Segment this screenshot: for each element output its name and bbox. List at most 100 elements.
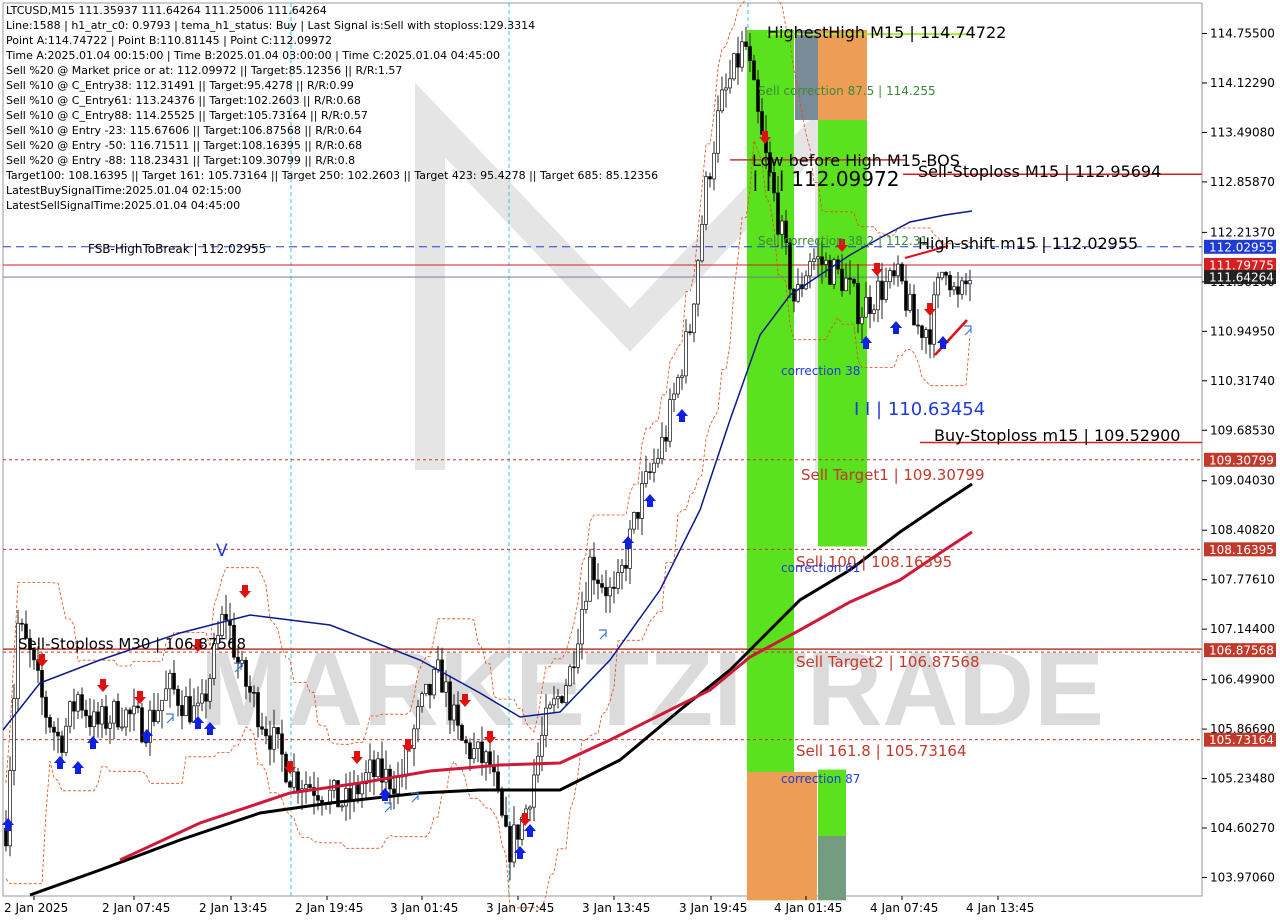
candle-body xyxy=(656,458,660,464)
price-badge-label: 105.73164 xyxy=(1209,733,1274,747)
candle-body xyxy=(100,706,104,725)
candle-body xyxy=(296,771,300,791)
candle-body xyxy=(744,41,748,47)
candle-body xyxy=(860,316,864,325)
candle-body xyxy=(56,731,60,737)
candle-body xyxy=(708,176,712,180)
info-line: LatestSellSignalTime:2025.01.04 04:45:00 xyxy=(6,199,240,212)
candle-body xyxy=(508,826,512,863)
candle-body xyxy=(916,324,920,327)
x-tick-label: 3 Jan 13:45 xyxy=(582,901,650,915)
candle-body xyxy=(244,659,248,687)
candle-body xyxy=(612,586,616,589)
candle-body xyxy=(736,53,740,68)
candle-body xyxy=(516,824,520,840)
x-tick-label: 2 Jan 13:45 xyxy=(199,901,267,915)
candle-body xyxy=(80,694,84,711)
candle-body xyxy=(104,706,108,729)
candle-body xyxy=(676,377,680,395)
candle-body xyxy=(140,707,144,743)
info-line: Sell %10 @ C_Entry61: 113.24376 || Targe… xyxy=(6,94,361,107)
candle-body xyxy=(432,669,436,696)
candle-body xyxy=(900,263,904,282)
price-chart[interactable]: MARKETZITRADEHighestHigh M15 | 114.74722… xyxy=(0,0,1280,920)
candle-body xyxy=(164,688,168,701)
zone-orange-top xyxy=(818,29,867,120)
candle-body xyxy=(740,41,744,68)
candle-body xyxy=(436,659,440,670)
price-badges: 112.02955111.79775111.64264109.30799108.… xyxy=(1204,239,1276,747)
candle-body xyxy=(368,759,372,774)
candle-body xyxy=(528,806,532,810)
candle-body xyxy=(444,681,448,693)
candle-body xyxy=(608,586,612,597)
candle-body xyxy=(48,717,52,728)
candle-body xyxy=(220,613,224,636)
y-tick-label: 113.49080 xyxy=(1210,125,1275,139)
candle-body xyxy=(796,284,800,302)
candle-body xyxy=(156,710,160,722)
x-tick-label: 3 Jan 19:45 xyxy=(679,901,747,915)
candle-body xyxy=(420,693,424,707)
info-line: LatestBuySignalTime:2025.01.04 02:15:00 xyxy=(6,184,241,197)
sell-stoploss-m30-label: Sell-Stoploss M30 | 106.87568 xyxy=(18,635,246,653)
candle-body xyxy=(652,462,656,473)
candle-body xyxy=(700,223,704,262)
candle-body xyxy=(316,795,320,801)
x-axis: 2 Jan 2025 2 Jan 07:45 2 Jan 13:45 2 Jan 19… xyxy=(4,896,1034,915)
candle-body xyxy=(376,758,380,778)
point-b-label: I I | 110.63454 xyxy=(854,399,985,420)
candle-body xyxy=(292,771,296,788)
candle-body xyxy=(84,709,88,717)
candle-body xyxy=(960,280,964,295)
candle-body xyxy=(908,293,912,311)
sell-correction-38-label: Sell correction 38.2 | 112.31 xyxy=(758,234,928,248)
candle-body xyxy=(372,759,376,778)
candle-body xyxy=(168,672,172,690)
x-tick-label: 2 Jan 2025 xyxy=(4,901,68,915)
candle-body xyxy=(272,727,276,750)
candle-body xyxy=(428,683,432,696)
candle-body xyxy=(712,152,716,180)
candle-body xyxy=(116,700,120,728)
candle-body xyxy=(92,711,96,728)
candle-body xyxy=(876,280,880,311)
candle-body xyxy=(804,275,808,290)
candle-body xyxy=(484,751,488,764)
candle-body xyxy=(396,775,400,795)
candle-body xyxy=(680,375,684,378)
candle-body xyxy=(20,622,24,625)
candle-body xyxy=(52,726,56,733)
candle-body xyxy=(688,331,692,334)
candle-body xyxy=(96,711,100,725)
candle-body xyxy=(720,89,724,112)
candle-body xyxy=(208,678,212,702)
y-tick-label: 110.94950 xyxy=(1210,324,1275,338)
candle-body xyxy=(144,741,148,744)
candle-body xyxy=(568,666,572,686)
correction-38-label: correction 38 xyxy=(781,364,860,378)
candle-body xyxy=(124,709,128,728)
sell-stoploss-m15-label: Sell-Stoploss M15 | 112.95694 xyxy=(918,162,1161,181)
candle-body xyxy=(752,60,756,81)
candle-body xyxy=(580,609,584,645)
y-tick-label: 105.23480 xyxy=(1210,772,1275,786)
candle-body xyxy=(944,271,948,276)
info-line: Sell %20 @ Entry -50: 116.71511 || Targe… xyxy=(6,139,362,152)
candle-body xyxy=(456,704,460,726)
candle-body xyxy=(660,436,664,459)
candle-body xyxy=(636,512,640,519)
y-tick-label: 104.60270 xyxy=(1210,821,1275,835)
candle-body xyxy=(64,725,68,753)
candle-body xyxy=(936,277,940,296)
candle-body xyxy=(128,709,132,715)
candle-body xyxy=(160,699,164,711)
candle-body xyxy=(40,670,44,698)
candle-body xyxy=(440,659,444,693)
candle-body xyxy=(572,666,576,669)
candle-body xyxy=(352,782,356,802)
y-tick-label: 110.31740 xyxy=(1210,374,1275,388)
candle-body xyxy=(348,788,352,802)
y-tick-label: 107.77610 xyxy=(1210,573,1275,587)
candle-body xyxy=(424,683,428,694)
